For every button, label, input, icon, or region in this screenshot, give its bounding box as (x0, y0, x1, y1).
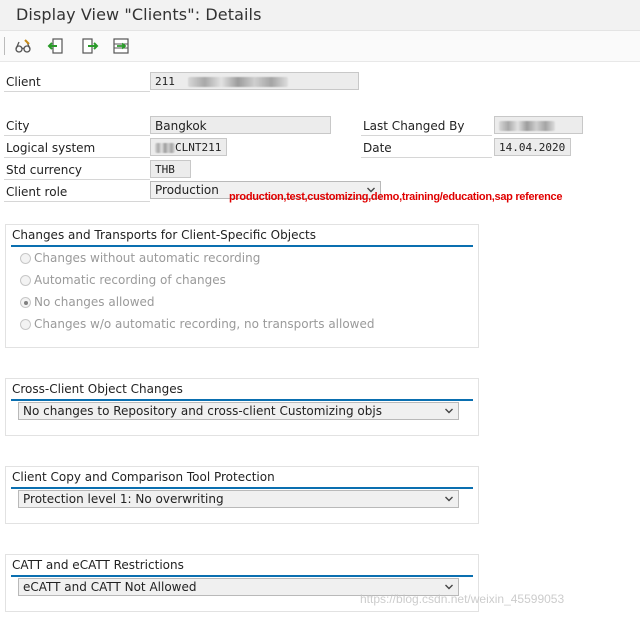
cross-client-select[interactable]: No changes to Repository and cross-clien… (18, 402, 459, 420)
group-title: Changes and Transports for Client-Specif… (12, 228, 317, 242)
title-bar: Display View "Clients": Details (0, 0, 640, 31)
glasses-display-change-icon[interactable] (13, 36, 33, 56)
variable-list-icon[interactable] (111, 36, 131, 56)
label-underline (4, 91, 150, 92)
client-role-label: Client role (6, 185, 68, 199)
radio-button-icon (20, 253, 31, 264)
std-currency-label: Std currency (6, 163, 83, 177)
client-name-redacted (187, 77, 288, 87)
chevron-down-icon (444, 494, 454, 504)
date-label: Date (363, 141, 392, 155)
client-field[interactable]: 211 (150, 72, 359, 90)
last-changed-by-field[interactable] (494, 116, 583, 134)
user-name-redacted (499, 121, 555, 131)
watermark: https://blog.csdn.net/weixin_45599053 (360, 592, 565, 606)
label-underline (4, 135, 150, 136)
cross-client-changes-group: Cross-Client Object Changes No changes t… (5, 378, 479, 436)
radio-button-selected-icon (20, 297, 31, 308)
logical-system-field[interactable]: CLNT211 (150, 138, 227, 156)
radio-changes-no-transports[interactable]: Changes w/o automatic recording, no tran… (20, 315, 375, 333)
application-toolbar (0, 31, 640, 62)
group-title-rule (11, 575, 473, 577)
toolbar-separator (4, 37, 5, 55)
group-title: CATT and eCATT Restrictions (12, 558, 184, 572)
group-title-rule (11, 245, 473, 247)
chevron-down-icon (444, 406, 454, 416)
radio-changes-without-recording[interactable]: Changes without automatic recording (20, 249, 260, 267)
logical-system-suffix: CLNT211 (175, 141, 222, 154)
cross-client-value: No changes to Repository and cross-clien… (23, 404, 382, 418)
city-label: City (6, 119, 30, 133)
page-title: Display View "Clients": Details (16, 5, 262, 24)
label-underline (361, 135, 492, 136)
label-underline (4, 201, 150, 202)
std-currency-field[interactable]: THB (150, 160, 191, 178)
chevron-down-icon (444, 582, 454, 592)
group-title-rule (11, 399, 473, 401)
group-title: Client Copy and Comparison Tool Protecti… (12, 470, 275, 484)
group-title-rule (11, 487, 473, 489)
copy-protection-value: Protection level 1: No overwriting (23, 492, 224, 506)
catt-restriction-value: eCATT and CATT Not Allowed (23, 580, 197, 594)
group-title: Cross-Client Object Changes (12, 382, 183, 396)
client-number: 211 (155, 75, 175, 88)
client-role-value: Production (155, 183, 219, 197)
logical-system-prefix-redacted (155, 143, 175, 153)
radio-no-changes-allowed[interactable]: No changes allowed (20, 293, 155, 311)
previous-entry-icon[interactable] (46, 36, 66, 56)
city-field[interactable]: Bangkok (150, 116, 331, 134)
label-underline (4, 157, 150, 158)
changes-transports-group: Changes and Transports for Client-Specif… (5, 224, 479, 348)
label-underline (361, 157, 492, 158)
radio-button-icon (20, 319, 31, 330)
last-changed-by-label: Last Changed By (363, 119, 465, 133)
date-field[interactable]: 14.04.2020 (494, 138, 571, 156)
client-role-annotation: production,test,customizing,demo,trainin… (229, 191, 563, 203)
label-underline (4, 179, 150, 180)
next-entry-icon[interactable] (80, 36, 100, 56)
radio-button-icon (20, 275, 31, 286)
client-label: Client (6, 75, 41, 89)
radio-automatic-recording[interactable]: Automatic recording of changes (20, 271, 226, 289)
client-copy-protection-group: Client Copy and Comparison Tool Protecti… (5, 466, 479, 524)
logical-system-label: Logical system (6, 141, 96, 155)
copy-protection-select[interactable]: Protection level 1: No overwriting (18, 490, 459, 508)
